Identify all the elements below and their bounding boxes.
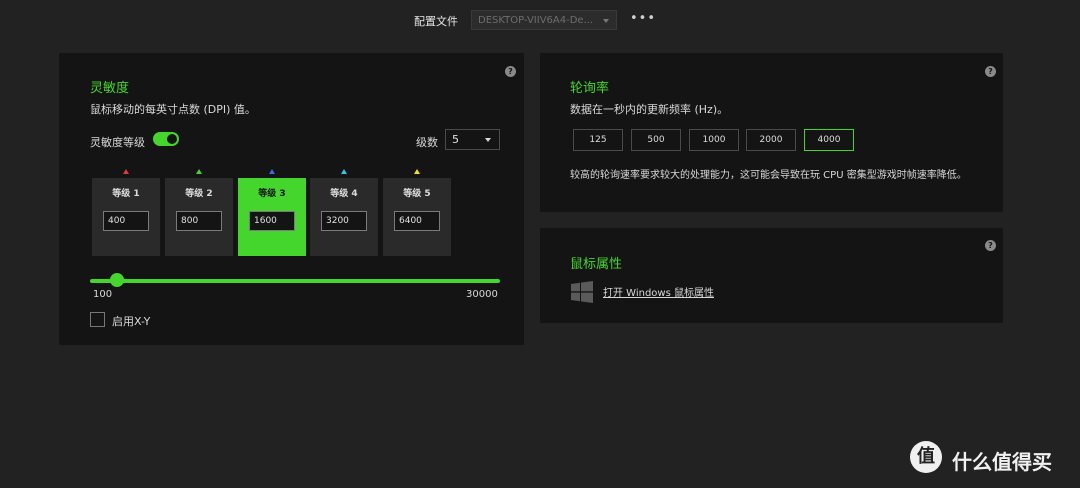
open-windows-mouse-properties-link[interactable]: 打开 Windows 鼠标属性 (603, 284, 714, 299)
stage-marker-icon (414, 169, 420, 174)
dpi-stage-label: 等级 1 (112, 189, 140, 199)
sensitivity-description: 鼠标移动的每英寸点数 (DPI) 值。 (90, 103, 256, 116)
mouse-properties-panel: ? 鼠标属性 打开 Windows 鼠标属性 (540, 228, 1003, 323)
chevron-down-icon (603, 19, 609, 23)
stage-marker-icon (341, 169, 347, 174)
polling-note: 较高的轮询速率要求较大的处理能力，这可能会导致在玩 CPU 密集型游戏时帧速率降… (570, 170, 967, 181)
dpi-value-input[interactable]: 3200 (321, 211, 367, 231)
dpi-stage-label: 等级 2 (185, 189, 213, 199)
levels-dropdown[interactable]: 5 (445, 129, 500, 150)
windows-icon (571, 281, 593, 303)
watermark-logo: 值 (910, 441, 942, 473)
slider-max-label: 30000 (466, 289, 498, 300)
dpi-stage-3[interactable]: 等级 3 1600 (238, 178, 306, 256)
dpi-stage-1[interactable]: 等级 1 400 (92, 178, 160, 256)
enable-xy-label: 启用X-Y (112, 315, 151, 328)
polling-rate-4000-button[interactable]: 4000 (804, 129, 854, 151)
dpi-stage-label: 等级 4 (330, 189, 358, 199)
watermark-text: 什么值得买 (952, 450, 1052, 474)
profile-dropdown-value: DESKTOP-VIIV6A4-De... (478, 15, 594, 26)
dpi-stage-2[interactable]: 等级 2 800 (165, 178, 233, 256)
polling-rate-125-button[interactable]: 125 (573, 129, 623, 151)
slider-min-label: 100 (93, 289, 113, 300)
dpi-stage-label: 等级 3 (258, 189, 286, 199)
dpi-value-input[interactable]: 400 (103, 211, 149, 231)
dpi-stage-label: 等级 5 (403, 189, 431, 199)
polling-description: 数据在一秒内的更新频率 (Hz)。 (570, 103, 729, 116)
stage-marker-icon (123, 169, 129, 174)
polling-title: 轮询率 (570, 81, 610, 96)
polling-rate-panel: ? 轮询率 数据在一秒内的更新频率 (Hz)。 125 500 1000 2000 40… (540, 53, 1003, 212)
stage-marker-icon (196, 169, 202, 174)
dpi-slider-handle[interactable] (110, 273, 124, 287)
polling-rate-500-button[interactable]: 500 (631, 129, 681, 151)
dpi-slider-track[interactable] (90, 279, 500, 283)
enable-xy-checkbox[interactable] (90, 312, 105, 327)
levels-dropdown-value: 5 (452, 133, 459, 146)
dpi-value-input[interactable]: 800 (176, 211, 222, 231)
dpi-stage-5[interactable]: 等级 5 6400 (383, 178, 451, 256)
dpi-stage-4[interactable]: 等级 4 3200 (310, 178, 378, 256)
help-icon[interactable]: ? (985, 66, 996, 77)
polling-rate-2000-button[interactable]: 2000 (746, 129, 796, 151)
sensitivity-panel: ? 灵敏度 鼠标移动的每英寸点数 (DPI) 值。 灵敏度等级 级数 5 等级 … (59, 53, 524, 345)
sensitivity-stages-label: 灵敏度等级 (90, 136, 145, 149)
sensitivity-title: 灵敏度 (90, 81, 130, 96)
levels-label: 级数 (416, 136, 438, 149)
sensitivity-stages-toggle[interactable] (153, 132, 179, 146)
more-options-icon[interactable]: ••• (630, 12, 656, 26)
help-icon[interactable]: ? (505, 66, 516, 77)
toggle-knob (167, 134, 177, 144)
profile-label: 配置文件 (414, 15, 458, 28)
help-icon[interactable]: ? (985, 240, 996, 251)
polling-rate-1000-button[interactable]: 1000 (689, 129, 739, 151)
mouse-properties-title: 鼠标属性 (570, 257, 623, 272)
dpi-value-input[interactable]: 6400 (394, 211, 440, 231)
dpi-value-input[interactable]: 1600 (249, 211, 295, 231)
top-bar: 配置文件 DESKTOP-VIIV6A4-De... ••• (0, 10, 1080, 30)
stage-marker-icon (269, 169, 275, 174)
profile-dropdown[interactable]: DESKTOP-VIIV6A4-De... (471, 10, 617, 30)
chevron-down-icon (485, 138, 491, 142)
